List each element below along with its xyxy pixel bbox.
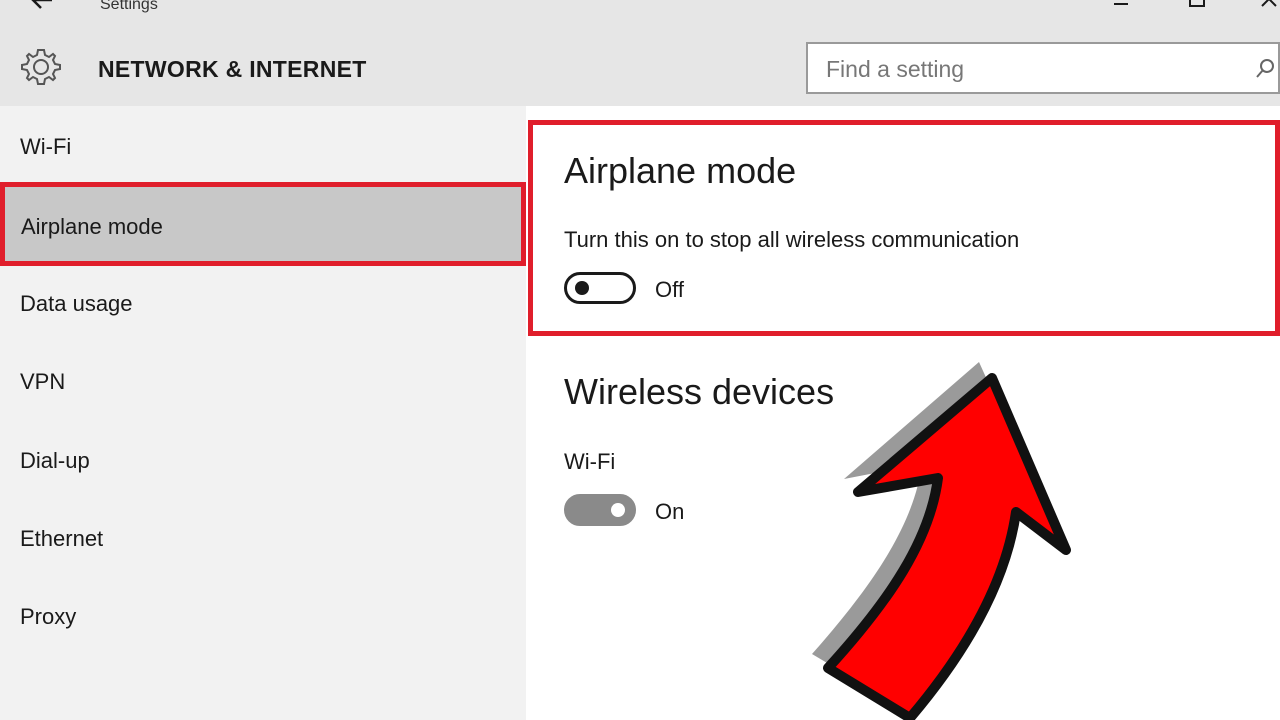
toggle-knob [575, 281, 589, 295]
sidebar-item-data-usage[interactable]: Data usage [0, 266, 526, 344]
wifi-device-label: Wi-Fi [564, 449, 616, 474]
close-icon[interactable] [1258, 0, 1280, 12]
sidebar-item-airplane-mode[interactable]: Airplane mode [0, 182, 526, 266]
sidebar-item-dial-up[interactable]: Dial-up [0, 422, 526, 500]
airplane-mode-description: Turn this on to stop all wireless commun… [564, 227, 1020, 252]
maximize-icon[interactable] [1186, 0, 1208, 12]
back-arrow-icon[interactable] [28, 0, 56, 14]
gear-icon [21, 49, 61, 85]
sidebar-item-vpn[interactable]: VPN [0, 344, 526, 422]
sidebar-item-label: Ethernet [20, 526, 104, 551]
settings-header: NETWORK & INTERNET Find a setting [0, 18, 1280, 106]
app-title: Settings [100, 0, 158, 13]
search-input[interactable]: Find a setting [806, 42, 1280, 94]
airplane-mode-state: Off [655, 277, 684, 302]
search-placeholder: Find a setting [826, 56, 965, 82]
sidebar-item-ethernet[interactable]: Ethernet [0, 500, 526, 578]
page-title: NETWORK & INTERNET [98, 56, 367, 82]
wireless-devices-title: Wireless devices [564, 371, 835, 412]
toggle-knob [611, 503, 625, 517]
sidebar-item-proxy[interactable]: Proxy [0, 578, 526, 656]
wifi-state: On [655, 499, 685, 524]
airplane-mode-toggle[interactable] [564, 272, 636, 304]
sidebar-item-wifi[interactable]: Wi-Fi [0, 106, 526, 184]
airplane-mode-title: Airplane mode [564, 150, 797, 191]
sidebar-item-label: Proxy [20, 604, 77, 629]
sidebar-item-label: VPN [20, 369, 66, 394]
sidebar-item-label: Data usage [20, 291, 133, 316]
search-icon[interactable] [1254, 58, 1276, 80]
wifi-toggle[interactable] [564, 494, 636, 526]
title-bar: Settings [0, 0, 1280, 18]
sidebar-item-label: Dial-up [20, 448, 90, 473]
minimize-icon[interactable] [1110, 0, 1132, 12]
sidebar: Wi-Fi Airplane mode Data usage VPN Dial-… [0, 106, 526, 720]
red-arrow-annotation-icon [812, 362, 1071, 720]
sidebar-item-label: Airplane mode [21, 214, 163, 239]
sidebar-item-label: Wi-Fi [20, 134, 72, 159]
